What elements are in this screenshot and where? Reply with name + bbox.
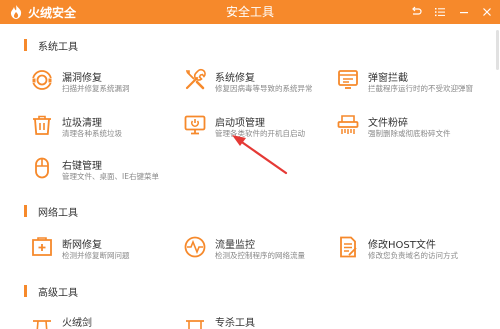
tool-trash-clean[interactable]: 垃圾清理 清理各种系统垃圾 [30, 113, 180, 143]
tool-description: 强制删除或彻底粉碎文件 [368, 129, 451, 138]
tool-network-repair[interactable]: 断网修复 检测并修复断网问题 [30, 235, 180, 265]
back-button[interactable] [408, 4, 424, 20]
tool-name: 系统修复 [215, 73, 255, 84]
tool-name: 专杀工具 [215, 318, 255, 329]
tool-huorong-sword[interactable]: 火绒剑 [30, 313, 180, 329]
trash-clean-icon [33, 115, 51, 135]
tool-description: 修改您负责域名的访问方式 [368, 251, 458, 260]
tool-description: 检测并修复断网问题 [62, 251, 130, 260]
tool-name: 火绒剑 [62, 318, 92, 329]
section-advanced-tools: 高级工具 [24, 284, 78, 299]
tool-popup-block[interactable]: 弹窗拦截 拦截程序运行时的不受欢迎弹窗 [336, 68, 486, 98]
tool-name: 修改HOST文件 [368, 240, 436, 251]
startup-manage-icon [184, 115, 206, 135]
minimize-button[interactable] [456, 4, 472, 20]
tool-description: 修复因病毒等导致的系统异常 [215, 84, 313, 93]
tool-right-click-manage[interactable]: 右键管理 管理文件、桌面、IE右键菜单 [30, 156, 180, 186]
window-title: 安全工具 [225, 5, 274, 19]
close-icon [483, 8, 491, 16]
tool-system-repair[interactable]: 系统修复 修复因病毒等导致的系统异常 [183, 68, 333, 98]
tool-vulnerability-fix[interactable]: 漏洞修复 扫描并修复系统漏洞 [30, 68, 180, 98]
tool-description: 扫描并修复系统漏洞 [62, 84, 130, 93]
tool-name: 文件粉碎 [368, 118, 408, 129]
tool-description: 拦截程序运行时的不受欢迎弹窗 [368, 84, 473, 93]
vulnerability-fix-icon [32, 70, 52, 90]
tool-traffic-monitor[interactable]: 流量监控 检测及控制程序的网络流量 [183, 235, 333, 265]
scrollbar[interactable] [496, 30, 499, 70]
section-network-tools: 网络工具 [24, 204, 78, 219]
minimize-icon [460, 12, 468, 14]
huorong-sword-icon [33, 320, 51, 329]
tool-special-kill[interactable]: 专杀工具 [183, 313, 333, 329]
special-kill-icon [186, 320, 204, 329]
close-button[interactable] [479, 4, 495, 20]
tool-description: 清理各种系统垃圾 [62, 129, 122, 138]
tool-name: 流量监控 [215, 240, 255, 251]
tool-name: 垃圾清理 [62, 118, 102, 129]
right-click-mouse-icon [35, 157, 49, 179]
tool-file-shredder[interactable]: 文件粉碎 强制删除或彻底粉碎文件 [336, 113, 486, 143]
tool-name: 启动项管理 [215, 118, 265, 129]
section-title: 网络工具 [38, 207, 78, 219]
tool-name: 漏洞修复 [62, 73, 102, 84]
system-repair-icon [185, 68, 206, 90]
menu-button[interactable] [432, 4, 448, 20]
tool-name: 右键管理 [62, 161, 102, 172]
tool-startup-manage[interactable]: 启动项管理 管理各类软件的开机自启动 [183, 113, 333, 143]
undo-arrow-icon [412, 6, 422, 15]
tool-description: 检测及控制程序的网络流量 [215, 251, 305, 260]
popup-block-icon [338, 70, 358, 89]
tool-description: 管理各类软件的开机自启动 [215, 129, 305, 138]
file-shredder-icon [337, 115, 359, 134]
network-repair-icon [32, 237, 52, 256]
tool-description: 管理文件、桌面、IE右键菜单 [62, 172, 159, 181]
section-title: 系统工具 [38, 41, 78, 53]
section-system-tools: 系统工具 [24, 38, 78, 53]
tool-name: 弹窗拦截 [368, 73, 408, 84]
traffic-monitor-icon [184, 236, 206, 258]
section-accent-bar [24, 205, 27, 217]
section-accent-bar [24, 285, 27, 297]
title-bar: 火绒安全 安全工具 [0, 0, 500, 24]
section-accent-bar [24, 39, 27, 51]
tool-host-file[interactable]: 修改HOST文件 修改您负责域名的访问方式 [336, 235, 486, 265]
host-file-icon [340, 236, 357, 258]
section-title: 高级工具 [38, 287, 78, 299]
menu-list-icon [435, 8, 445, 17]
tool-name: 断网修复 [62, 240, 102, 251]
